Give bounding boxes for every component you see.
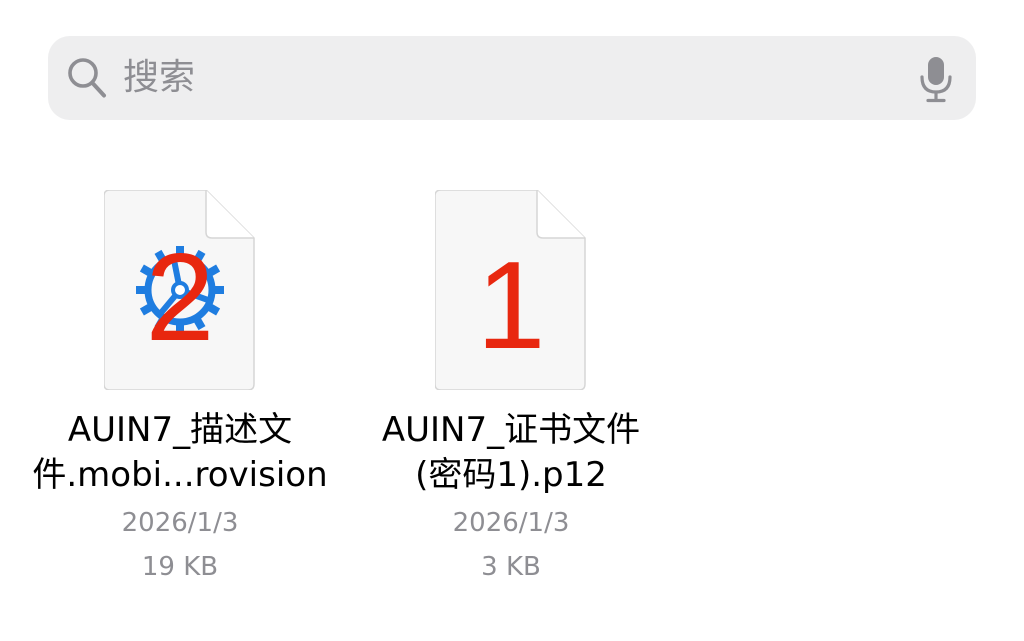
microphone-icon[interactable]	[918, 55, 954, 103]
file-size: 3 KB	[481, 552, 541, 582]
file-item[interactable]: 1 AUIN7_证书文件 (密码1).p12 2026/1/3 3 KB	[361, 186, 661, 586]
file-size: 19 KB	[141, 552, 219, 582]
provisioning-profile-icon: 2	[104, 190, 255, 390]
file-date: 2026/1/3	[452, 508, 570, 538]
file-name: AUIN7_描述文 件.mobi...rovision	[32, 410, 328, 495]
file-date: 2026/1/3	[121, 508, 239, 538]
badge-number: 2	[146, 229, 215, 367]
search-icon	[68, 58, 106, 98]
search-input[interactable]: 搜索	[123, 56, 195, 100]
badge-number: 1	[477, 237, 546, 375]
certificate-document-icon: 1	[435, 190, 586, 390]
file-name: AUIN7_证书文件 (密码1).p12	[381, 410, 641, 495]
file-item[interactable]: 2 AUIN7_描述文 件.mobi...rovision 2026/1/3 1…	[30, 186, 330, 586]
